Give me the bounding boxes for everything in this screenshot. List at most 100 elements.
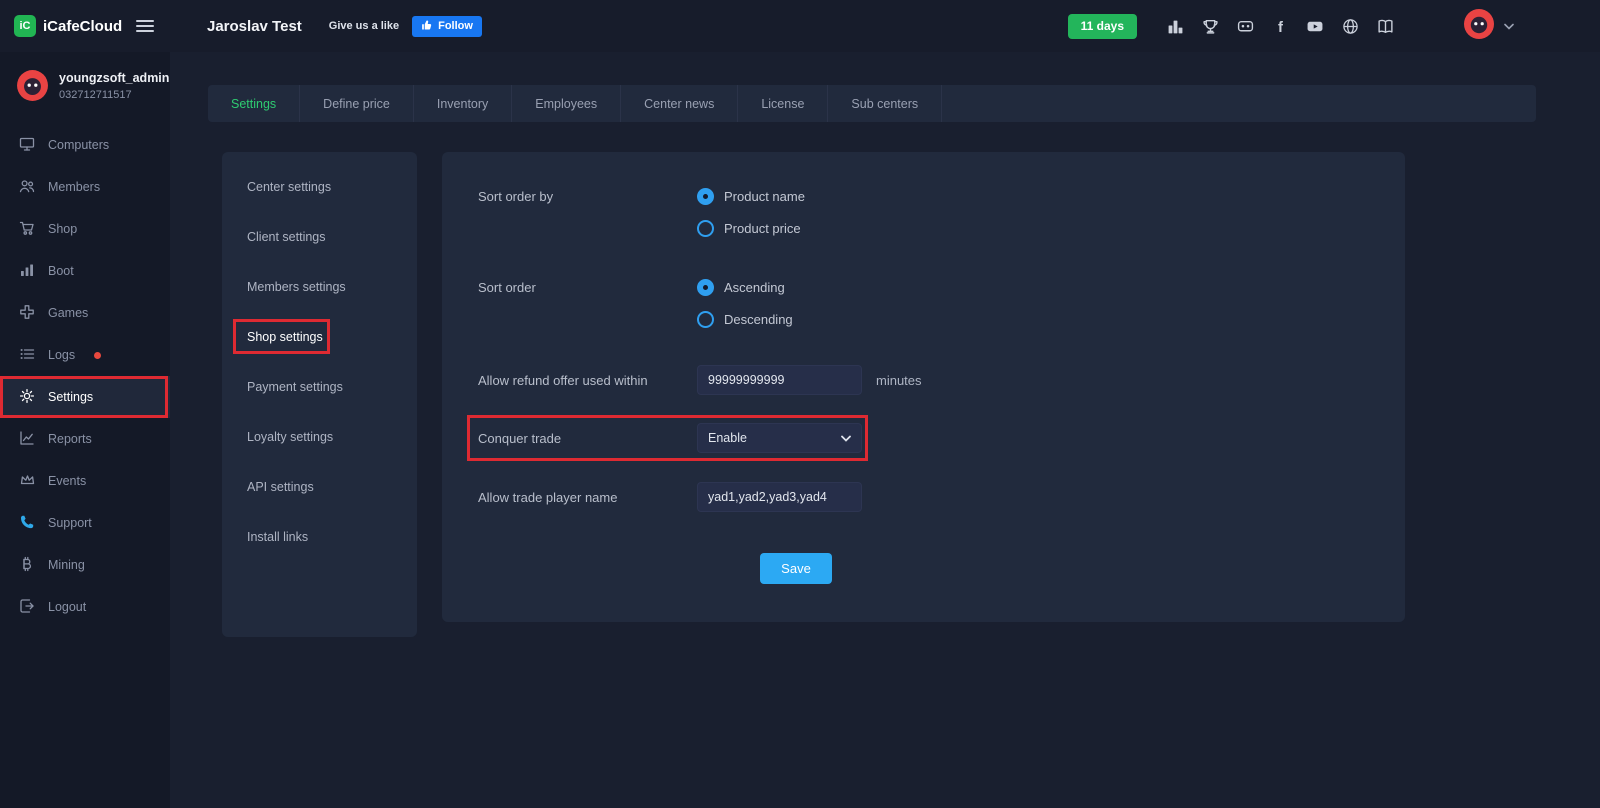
conquer-trade-row: Conquer trade Enable (478, 423, 1405, 453)
sort-order-label: Sort order (478, 277, 697, 329)
tab-license[interactable]: License (738, 85, 828, 122)
sidebar-item-label: Mining (48, 558, 85, 572)
sidebar: youngzsoft_admin 032712711517 Computers … (0, 52, 170, 808)
hamburger-menu-icon[interactable] (136, 20, 154, 32)
sidebar-item-label: Computers (48, 138, 109, 152)
logs-icon (19, 346, 35, 365)
sidebar-item-games[interactable]: Games (0, 292, 170, 334)
tab-inventory[interactable]: Inventory (414, 85, 512, 122)
radio-ascending[interactable]: Ascending (697, 277, 793, 297)
sidebar-item-boot[interactable]: Boot (0, 250, 170, 292)
reports-icon (19, 430, 35, 449)
topbar-right: 11 days f (1068, 8, 1600, 45)
sort-order-options: Ascending Descending (697, 277, 793, 329)
sidebar-nav: Computers Members Shop Boot Games Logs S… (0, 124, 170, 628)
members-icon (19, 178, 35, 197)
sidebar-item-label: Logout (48, 600, 86, 614)
sidebar-item-logout[interactable]: Logout (0, 586, 170, 628)
radio-label: Ascending (724, 280, 785, 295)
profile-id: 032712711517 (59, 89, 169, 101)
sidebar-item-settings[interactable]: Settings (0, 376, 170, 418)
sort-order-by-label: Sort order by (478, 186, 697, 238)
sidebar-item-label: Members (48, 180, 100, 194)
submenu-shop-settings[interactable]: Shop settings (222, 312, 417, 362)
account-menu[interactable] (1463, 8, 1514, 45)
refund-suffix: minutes (876, 373, 922, 388)
boot-icon (19, 262, 35, 281)
sidebar-item-label: Shop (48, 222, 77, 236)
license-days-badge[interactable]: 11 days (1068, 14, 1137, 39)
sidebar-item-reports[interactable]: Reports (0, 418, 170, 460)
submenu-center-settings[interactable]: Center settings (222, 162, 417, 212)
brand-zone: iC iCafeCloud (0, 15, 170, 37)
sidebar-item-mining[interactable]: Mining (0, 544, 170, 586)
cart-icon (19, 220, 35, 239)
tab-sub-centers[interactable]: Sub centers (828, 85, 942, 122)
submenu-item-label: Shop settings (247, 330, 323, 344)
follow-label: Follow (438, 20, 473, 32)
discord-icon[interactable] (1232, 13, 1258, 39)
sidebar-item-shop[interactable]: Shop (0, 208, 170, 250)
brand[interactable]: iC iCafeCloud (14, 15, 122, 37)
youtube-icon[interactable] (1302, 13, 1328, 39)
chevron-down-icon (841, 431, 851, 445)
settings-tabs: Settings Define price Inventory Employee… (208, 85, 1536, 122)
brand-name: iCafeCloud (43, 18, 122, 35)
submenu-client-settings[interactable]: Client settings (222, 212, 417, 262)
facebook-follow-button[interactable]: Follow (412, 16, 482, 37)
shop-settings-panel: Sort order by Product name Product price… (442, 152, 1405, 622)
sidebar-item-events[interactable]: Events (0, 460, 170, 502)
sidebar-item-computers[interactable]: Computers (0, 124, 170, 166)
tab-settings[interactable]: Settings (208, 85, 300, 122)
submenu-install-links[interactable]: Install links (222, 512, 417, 562)
sidebar-item-label: Games (48, 306, 88, 320)
globe-icon[interactable] (1337, 13, 1363, 39)
refund-minutes-input[interactable] (697, 365, 862, 395)
submenu-members-settings[interactable]: Members settings (222, 262, 417, 312)
sort-order-by-options: Product name Product price (697, 186, 805, 238)
page-title: Jaroslav Test (207, 18, 302, 35)
submenu-api-settings[interactable]: API settings (222, 462, 417, 512)
svg-text:f: f (1278, 19, 1283, 34)
sidebar-item-label: Support (48, 516, 92, 530)
bitcoin-icon (19, 556, 35, 575)
sidebar-item-label: Boot (48, 264, 74, 278)
sidebar-item-members[interactable]: Members (0, 166, 170, 208)
tab-define-price[interactable]: Define price (300, 85, 414, 122)
trophy-icon[interactable] (1197, 13, 1223, 39)
handbook-icon[interactable] (1372, 13, 1398, 39)
radio-descending[interactable]: Descending (697, 309, 793, 329)
trade-players-input[interactable] (697, 482, 862, 512)
trade-players-label: Allow trade player name (478, 490, 697, 505)
radio-icon[interactable] (697, 188, 714, 205)
save-button[interactable]: Save (760, 553, 832, 584)
settings-submenu: Center settings Client settings Members … (222, 152, 417, 637)
sidebar-item-logs[interactable]: Logs (0, 334, 170, 376)
radio-product-price[interactable]: Product price (697, 218, 805, 238)
submenu-loyalty-settings[interactable]: Loyalty settings (222, 412, 417, 462)
sort-order-by-row: Sort order by Product name Product price (478, 186, 1405, 238)
sidebar-item-label: Settings (48, 390, 93, 404)
submenu-payment-settings[interactable]: Payment settings (222, 362, 417, 412)
tab-employees[interactable]: Employees (512, 85, 621, 122)
conquer-trade-select[interactable]: Enable (697, 423, 862, 453)
radio-icon[interactable] (697, 220, 714, 237)
radio-label: Descending (724, 312, 793, 327)
thumbs-up-icon (421, 19, 433, 34)
unread-dot (94, 352, 101, 359)
trade-players-row: Allow trade player name (478, 482, 1405, 512)
radio-product-name[interactable]: Product name (697, 186, 805, 206)
ranking-icon[interactable] (1162, 13, 1188, 39)
sidebar-item-support[interactable]: Support (0, 502, 170, 544)
facebook-icon[interactable]: f (1267, 13, 1293, 39)
chevron-down-icon (1504, 17, 1514, 35)
radio-label: Product price (724, 221, 801, 236)
radio-icon[interactable] (697, 279, 714, 296)
sidebar-item-label: Events (48, 474, 86, 488)
tab-center-news[interactable]: Center news (621, 85, 738, 122)
content-row: Center settings Client settings Members … (222, 152, 1600, 637)
profile-block: youngzsoft_admin 032712711517 (0, 52, 170, 124)
sidebar-item-label: Reports (48, 432, 92, 446)
refund-row: Allow refund offer used within minutes (478, 365, 1405, 395)
radio-icon[interactable] (697, 311, 714, 328)
